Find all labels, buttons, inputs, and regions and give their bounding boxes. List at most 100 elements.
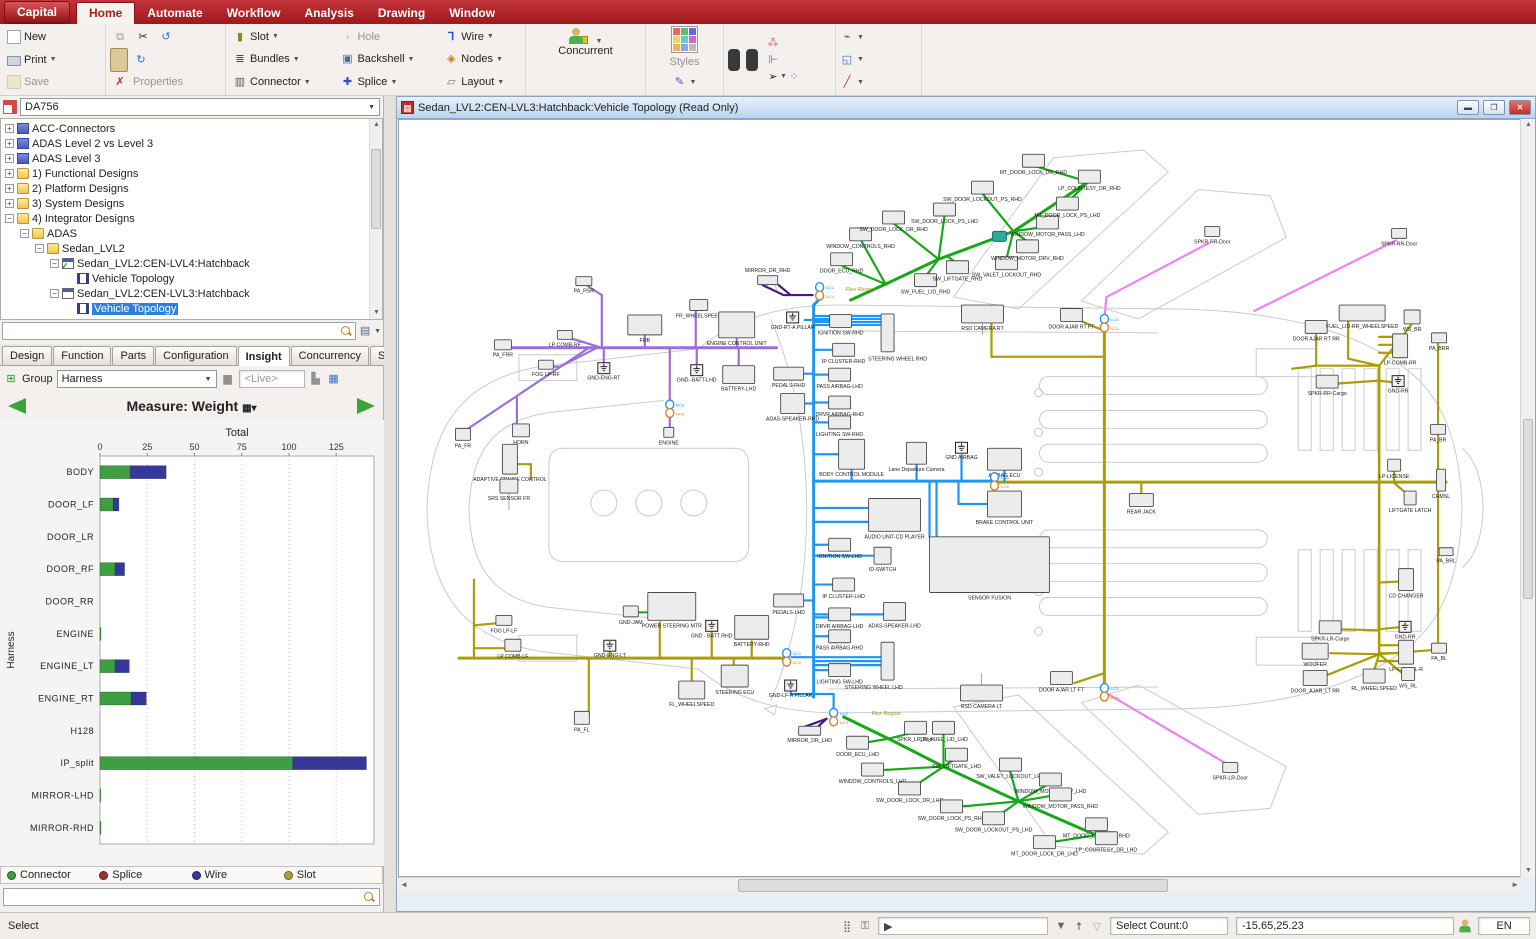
nodes-button[interactable]: ◈Nodes▼ xyxy=(441,51,521,67)
component-node[interactable]: FUEL_LID-RR_WHEELSPEED xyxy=(1326,305,1399,330)
topology-canvas[interactable]: DOOR_ECU_RHDWINDOW_CONTROLS_RHDSW_DOOR_L… xyxy=(398,119,1521,877)
menu-item-automate[interactable]: Automate xyxy=(135,3,214,24)
tree-item[interactable]: −Sedan_LVL2 xyxy=(3,241,382,256)
component-node[interactable]: GND-ENG-LT xyxy=(594,640,627,659)
find-binoculars-icon[interactable] xyxy=(728,49,758,71)
component-node[interactable]: SW_DOOR_LOCK_PS_LHD xyxy=(911,203,978,225)
component-node[interactable]: IP CLUSTER-RHD xyxy=(822,343,866,365)
chart-icon[interactable]: ▆ xyxy=(221,372,235,386)
component-node[interactable]: DOOR_ECU_LHD xyxy=(836,736,879,758)
layout-button[interactable]: ▱Layout▼ xyxy=(441,74,521,90)
table-icon[interactable]: ▦ xyxy=(327,372,341,386)
filter-icon[interactable]: ▽ xyxy=(1088,917,1106,935)
component-node[interactable]: SPKR-RR-Door xyxy=(1194,226,1231,245)
component-node[interactable]: BODY CONTROL MODULE xyxy=(819,439,884,478)
close-button[interactable]: ✕ xyxy=(1509,100,1531,115)
component-node[interactable]: PA_BRL xyxy=(1436,548,1456,565)
tab-function[interactable]: Function xyxy=(53,346,111,365)
tree-item[interactable]: +3) System Designs xyxy=(3,196,382,211)
component-node[interactable]: PA_FR xyxy=(455,428,472,449)
component-node[interactable]: FOB xyxy=(628,315,662,344)
component-node[interactable]: AUDIO UNIT-CD PLAYER xyxy=(864,499,925,541)
component-node[interactable]: WOOFER xyxy=(1302,643,1328,668)
component-node[interactable]: BATTERY-RHD xyxy=(734,615,770,648)
component-node[interactable]: FL_WHEELSPEED xyxy=(669,681,714,708)
save-button[interactable]: Save xyxy=(4,74,52,90)
component-node[interactable]: RSD CAMERA LT xyxy=(961,685,1004,710)
component-node[interactable]: SW_LIFTGATE_LHD xyxy=(932,748,981,770)
component-node[interactable]: IGNITION SW-LHD xyxy=(817,538,862,560)
component-node[interactable]: SENSOR FUSION xyxy=(930,537,1050,602)
component-node[interactable]: SW_VALET_LOCKOUT_LHD xyxy=(976,758,1045,780)
panel-view-icon[interactable]: ▤ xyxy=(358,324,372,338)
component-node[interactable]: PA_FL xyxy=(574,711,590,733)
wire-button[interactable]: ꞀWire▼ xyxy=(441,29,521,45)
expand-icon[interactable]: + xyxy=(5,169,14,178)
component-node[interactable]: PA_FRR xyxy=(493,340,513,359)
panel-search-input[interactable] xyxy=(3,888,380,906)
brush-icon[interactable]: ✎ xyxy=(673,75,687,89)
hscroll-thumb[interactable] xyxy=(738,879,1168,892)
tree-item[interactable]: +ADAS Level 3 xyxy=(3,151,382,166)
tree-item[interactable]: −4) Integrator Designs xyxy=(3,211,382,226)
zoom-window-icon[interactable]: ◱ xyxy=(840,53,854,67)
component-node[interactable]: REAR JACK xyxy=(1127,494,1157,516)
component-node[interactable]: GND-ENG-RT xyxy=(587,363,621,382)
menu-item-window[interactable]: Window xyxy=(437,3,507,24)
minimize-button[interactable]: ▬ xyxy=(1457,100,1479,115)
component-node[interactable]: ADAS-SPEAKER-LHD xyxy=(868,602,921,629)
route-line-icon[interactable]: ⌁ xyxy=(840,30,854,44)
component-node[interactable]: MIRROR_DR_RHD xyxy=(745,268,791,284)
key-icon[interactable]: ⚿ xyxy=(856,917,874,935)
expand-icon[interactable]: + xyxy=(5,139,14,148)
component-node[interactable]: FR_WHEELSPEED xyxy=(676,300,722,320)
component-node[interactable]: GND-RR xyxy=(1388,376,1409,395)
canvas-hscrollbar[interactable]: ◄ ► xyxy=(398,877,1521,893)
net-purple-icon[interactable]: ⁘ xyxy=(787,70,801,84)
component-node[interactable]: PEDALS-RHD xyxy=(772,367,806,389)
component-node[interactable]: SPKR-LR-Door xyxy=(1213,763,1249,782)
component-node[interactable]: FOG LP-LF xyxy=(491,615,518,634)
component-node[interactable]: LIFTGATE LATCH xyxy=(1389,491,1432,514)
bundles-button[interactable]: ≣Bundles▼ xyxy=(230,51,327,67)
paste-clipboard-icon[interactable] xyxy=(110,48,128,72)
tree-item[interactable]: Vehicle Topology xyxy=(3,301,382,316)
select-cursor-icon[interactable]: ➢ xyxy=(766,70,780,84)
component-node[interactable]: PA_BR xyxy=(1430,424,1447,443)
component-node[interactable]: WINDOW_MOTOR_DRV_RHD xyxy=(991,240,1064,262)
component-node[interactable]: IP CLUSTER-LHD xyxy=(822,578,865,600)
delete-button[interactable]: ✗ xyxy=(110,74,130,90)
collapse-icon[interactable]: − xyxy=(35,244,44,253)
component-node[interactable]: Lane Departure Camera xyxy=(889,442,945,473)
tab-parts[interactable]: Parts xyxy=(112,346,154,365)
menu-item-capital[interactable]: Capital xyxy=(4,1,70,24)
component-node[interactable]: SPKR-LR-Cargo xyxy=(1311,621,1349,643)
playback-field[interactable]: ▶ xyxy=(878,917,1048,935)
component-node[interactable]: PASS AIRBAG-RHD xyxy=(816,630,863,652)
tree-item[interactable]: +1) Functional Designs xyxy=(3,166,382,181)
tab-configuration[interactable]: Configuration xyxy=(155,346,236,365)
expand-icon[interactable]: + xyxy=(5,199,14,208)
component-node[interactable]: ADAS-SPEAKER-RHD xyxy=(766,394,820,423)
tab-design[interactable]: Design xyxy=(2,346,52,365)
collapse-icon[interactable]: − xyxy=(5,214,14,223)
tree-search-input[interactable] xyxy=(2,322,356,340)
tree-item[interactable]: −ADAS xyxy=(3,226,382,241)
connector-button[interactable]: ▥Connector▼ xyxy=(230,74,327,90)
tree-item[interactable]: +ACC-Connectors xyxy=(3,121,382,136)
inline-connector[interactable]: ILC5ILC4 xyxy=(1100,314,1119,331)
component-node[interactable]: PA_BRR xyxy=(1429,333,1450,352)
copy-button[interactable]: ⧉ xyxy=(110,29,130,45)
styles-palette-icon[interactable] xyxy=(671,26,698,53)
project-tree[interactable]: +ACC-Connectors+ADAS Level 2 vs Level 3+… xyxy=(0,118,383,320)
tree-item[interactable]: +2) Platform Designs xyxy=(3,181,382,196)
live-field[interactable]: <Live> xyxy=(239,370,305,388)
component-node[interactable]: LP-COMB-RR xyxy=(1384,334,1417,367)
collapse-icon[interactable]: − xyxy=(50,259,59,268)
hole-button[interactable]: ◖Hole xyxy=(337,29,431,45)
tree-scrollbar[interactable]: ▲ ▼ xyxy=(369,119,382,319)
vscroll-thumb[interactable] xyxy=(1523,419,1533,599)
component-node[interactable]: POWER STEERING MTR xyxy=(642,593,702,630)
chart2-icon[interactable]: ▙ xyxy=(309,372,323,386)
net-pink-icon[interactable]: ⁂ xyxy=(766,36,780,50)
